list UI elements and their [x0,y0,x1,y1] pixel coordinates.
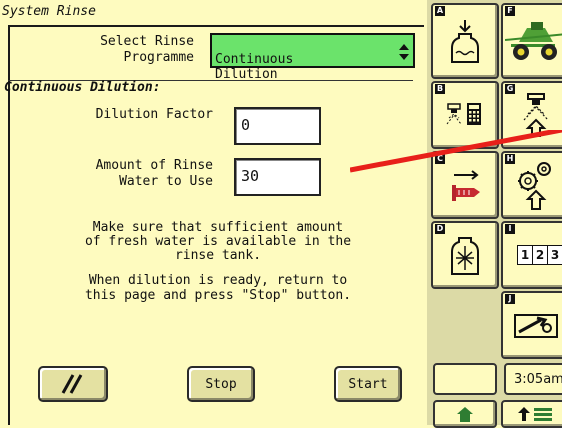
status-area [433,363,497,395]
page-title: System Rinse [2,4,96,19]
info-line: When dilution is ready, return to [88,273,348,288]
info-line: rinse tank. [174,248,262,263]
key-label: F [505,6,515,16]
key-label: D [435,224,445,234]
cancel-button[interactable] [38,366,108,402]
nozzle-calculator-icon [446,103,481,125]
menu-button[interactable] [501,400,562,428]
info-line: Make sure that sufficient amount [92,220,344,235]
key-label: A [435,6,445,16]
key-label: G [505,84,515,94]
annotation-line [350,130,562,173]
side-button-i[interactable]: I 1 2 3 [501,221,562,289]
section-heading: Continuous Dilution: [4,80,161,95]
info-line: this page and press "Stop" button. [84,288,352,303]
menu-icon [518,407,552,421]
home-button[interactable] [433,400,497,428]
info-line: of fresh water is available in the [84,234,352,249]
tank-agitation-icon [451,237,479,275]
key-label: I [505,224,515,234]
rinse-water-input[interactable]: 30 [234,158,321,196]
dilution-factor-input[interactable]: 0 [234,107,321,145]
counter-digit: 1 [518,246,533,264]
wrench-diagnostics-icon [514,314,558,338]
slash-icon [61,374,83,394]
rinse-programme-select[interactable]: Continuous Dilution [210,33,415,82]
key-label: B [435,84,445,94]
rinse-programme-label: Select Rinse Programme [100,34,194,65]
counter-digit: 3 [548,246,562,264]
side-button-f[interactable]: F [501,3,562,79]
side-button-j[interactable]: J [501,291,562,359]
key-label: J [505,294,515,304]
tank-fill-icon [451,20,479,63]
side-button-d[interactable]: D [431,221,499,289]
home-icon [457,407,473,422]
start-button[interactable]: Start [334,366,402,402]
dilution-factor-label: Dilution Factor [95,107,213,122]
counter-icon: 1 2 3 [517,245,562,265]
select-arrow-icon [399,44,409,60]
stop-button[interactable]: Stop [187,366,255,402]
counter-digit: 2 [533,246,548,264]
sprayer-machine-icon [505,22,562,60]
clock-display: 3:05am [504,363,562,395]
side-button-a[interactable]: A [431,3,499,79]
rinse-water-label: Amount of Rinse Water to Use [95,158,213,189]
main-panel: System Rinse Select Rinse Programme Cont… [0,0,427,425]
